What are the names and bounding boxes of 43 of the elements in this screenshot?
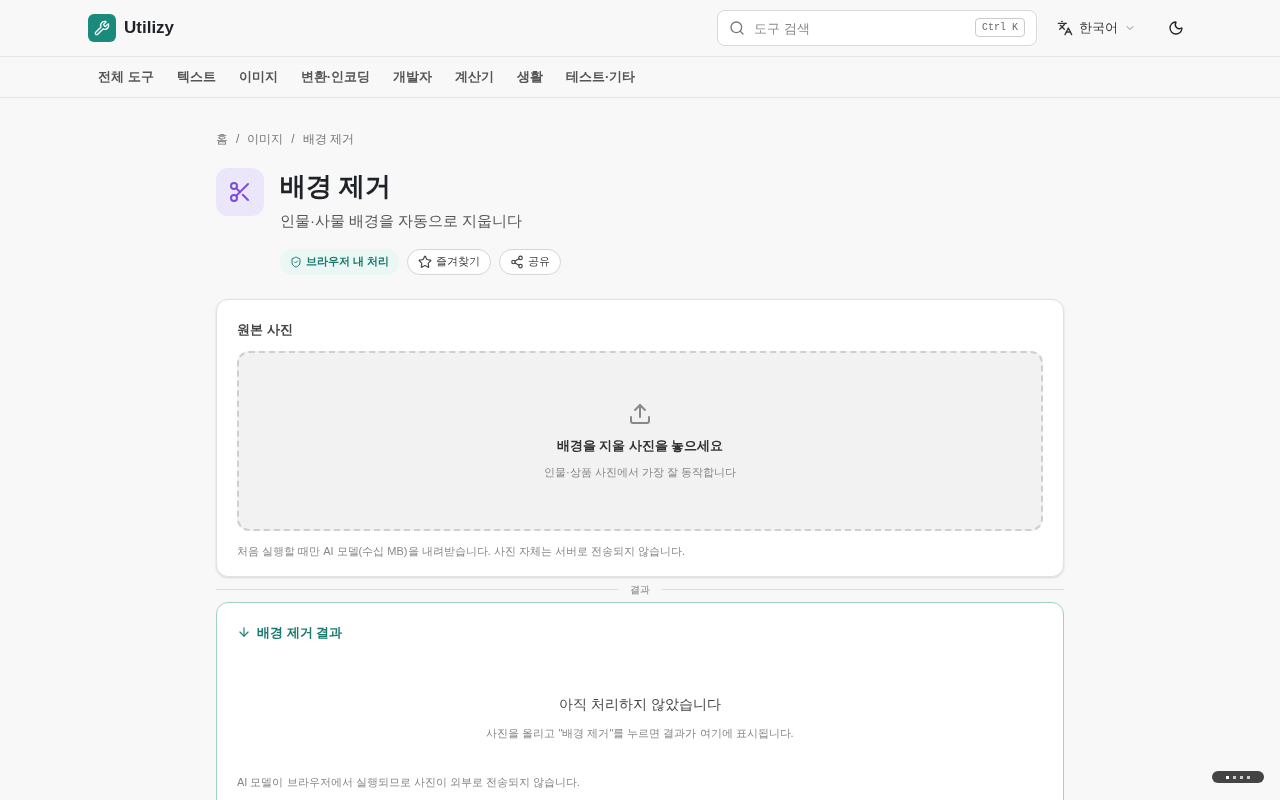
- breadcrumb-link[interactable]: 홈: [216, 130, 228, 148]
- scissors-icon: [216, 168, 264, 216]
- logo-icon: [88, 14, 116, 42]
- favorite-button[interactable]: 즐겨찾기: [407, 248, 492, 275]
- brand-name[interactable]: Utilizy: [124, 15, 175, 41]
- search-icon: [729, 20, 745, 36]
- share-button[interactable]: 공유: [499, 248, 562, 275]
- nav-tab[interactable]: 계산기: [444, 67, 504, 87]
- card-title: 원본 사진: [237, 320, 294, 339]
- nav-tab[interactable]: 테스트·기타: [555, 67, 646, 87]
- nav-tab[interactable]: 개발자: [382, 67, 442, 87]
- nav-tab[interactable]: 생활: [506, 67, 553, 87]
- star-icon: [418, 254, 433, 269]
- card-title: 배경 제거 결과: [237, 622, 1043, 642]
- moon-icon: [1168, 20, 1184, 36]
- drop-hint: 인물·상품 사진에서 가장 잘 동작합니다: [544, 464, 736, 480]
- translate-icon: [1057, 20, 1073, 36]
- breadcrumb-separator: /: [291, 131, 295, 148]
- divider-label: 결과: [630, 582, 650, 597]
- breadcrumb-link[interactable]: 이미지: [247, 130, 284, 148]
- empty-hint: 사진을 올리고 "배경 제거"를 누르면 결과가 여기에 표시됩니다.: [486, 726, 794, 741]
- upload-icon: [628, 402, 652, 426]
- share-icon: [510, 254, 525, 269]
- nav-tab[interactable]: 전체 도구: [88, 67, 164, 87]
- dev-toolbar-icon[interactable]: [1212, 771, 1264, 783]
- nav-tab[interactable]: 텍스트: [166, 67, 226, 87]
- page-title: 배경 제거: [280, 170, 393, 203]
- empty-title: 아직 처리하지 않았습니다: [559, 695, 721, 714]
- drop-title: 배경을 지울 사진을 놓으세요: [556, 437, 724, 455]
- current-page-label: 배경 제거: [302, 131, 355, 148]
- nav-tab[interactable]: 변환·인코딩: [290, 67, 380, 87]
- drop-zone[interactable]: 배경을 지울 사진을 놓으세요 인물·상품 사진에서 가장 잘 동작합니다: [237, 351, 1043, 531]
- model-note: 처음 실행할 때만 AI 모델(수십 MB)을 내려받습니다. 사진 자체는 서버로 전송되지 않습니다.: [237, 544, 686, 559]
- nav-tab[interactable]: 이미지: [228, 67, 288, 87]
- arrow-down-icon: [237, 625, 251, 640]
- privacy-badge: 브라우저 내 처리: [280, 248, 400, 275]
- breadcrumb-separator: /: [236, 131, 240, 148]
- page-subtitle: 인물·사물 배경을 자동으로 지웁니다: [280, 211, 524, 231]
- language-button[interactable]: 한국어: [1057, 18, 1136, 38]
- shield-icon: [290, 255, 302, 268]
- shortcut-hint: Ctrl K: [975, 18, 1025, 37]
- theme-toggle[interactable]: [1168, 20, 1184, 36]
- privacy-note: AI 모델이 브라우저에서 실행되므로 사진이 외부로 전송되지 않습니다.: [237, 774, 581, 790]
